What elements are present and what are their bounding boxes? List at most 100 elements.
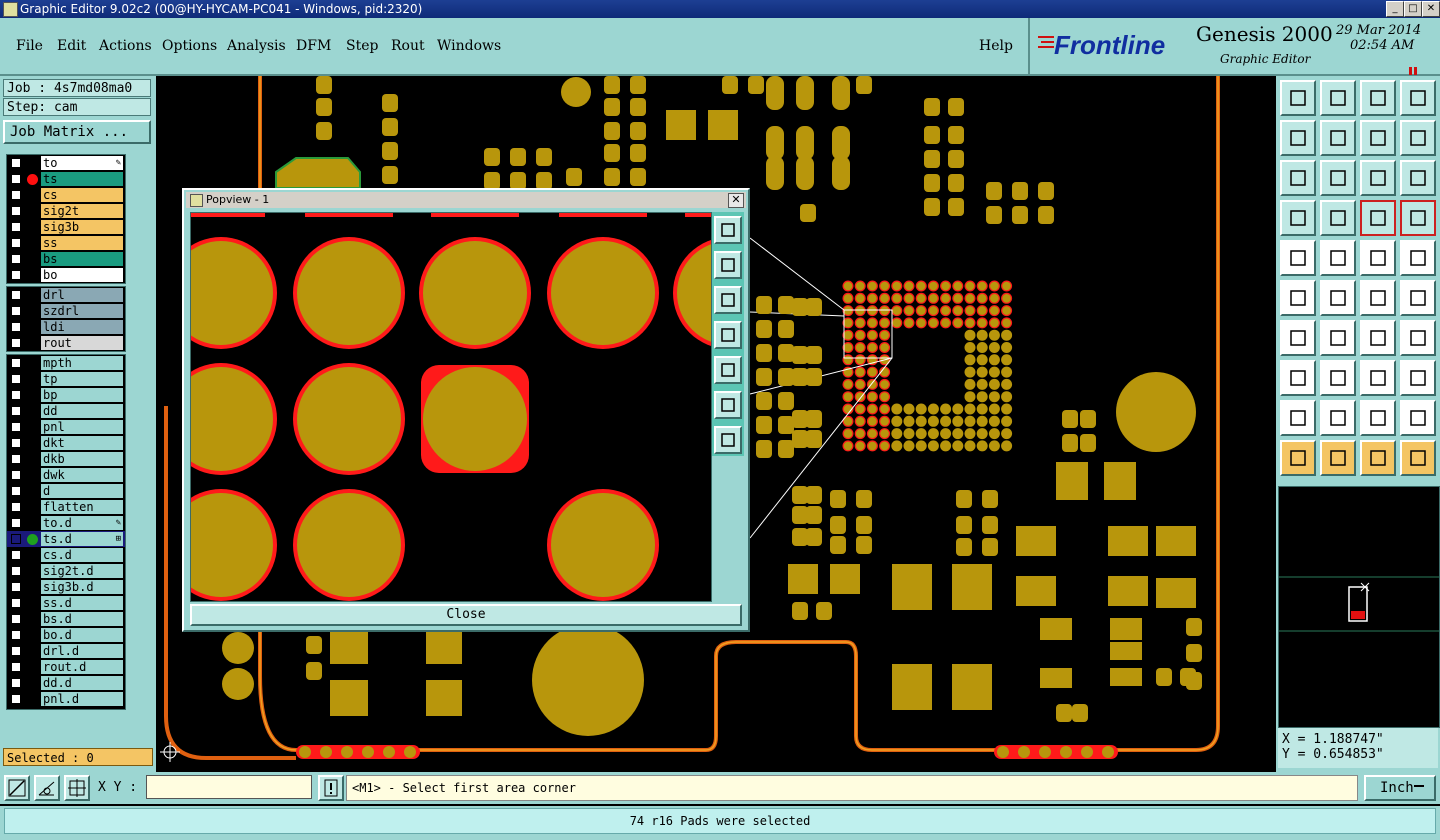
layer-name[interactable]: sig2t.d [41, 564, 123, 578]
circle-icon[interactable] [1400, 240, 1436, 276]
layer-row-rout.d[interactable]: rout.d [7, 659, 125, 675]
layer-checkbox[interactable] [11, 502, 21, 512]
menu-dfm[interactable]: DFM [296, 38, 331, 54]
resize-icon[interactable] [1360, 360, 1396, 396]
zoom-ratio-icon[interactable] [1360, 160, 1396, 196]
layer-checkbox[interactable] [11, 438, 21, 448]
layer-name[interactable]: sig3b [41, 220, 123, 234]
layer-name[interactable]: bs.d [41, 612, 123, 626]
layer-name[interactable]: rout [41, 336, 123, 350]
layer-name[interactable]: bo.d [41, 628, 123, 642]
layer-row-dkb[interactable]: dkb [7, 451, 125, 467]
alert-icon[interactable] [318, 775, 344, 801]
layer-row-drl[interactable]: drl [7, 287, 125, 303]
layer-row-cs[interactable]: cs [7, 187, 125, 203]
layer-checkbox[interactable] [11, 422, 21, 432]
layer-row-ldi[interactable]: ldi [7, 319, 125, 335]
layer-checkbox[interactable] [11, 550, 21, 560]
zoom-home-icon[interactable] [1280, 80, 1316, 116]
layer-checkbox[interactable] [11, 470, 21, 480]
layer-checkbox[interactable] [11, 322, 21, 332]
layer-display-icon[interactable] [1360, 200, 1396, 236]
layer-row-dkt[interactable]: dkt [7, 435, 125, 451]
layer-name[interactable]: dwk [41, 468, 123, 482]
split-view-icon[interactable] [1400, 80, 1436, 116]
units-dropdown[interactable]: Inch [1364, 775, 1436, 801]
layer-row-sig3b[interactable]: sig3b [7, 219, 125, 235]
measure-tool-icon[interactable] [1280, 200, 1316, 236]
layer-name[interactable]: bp [41, 388, 123, 402]
zoom-prev-icon[interactable] [1280, 120, 1316, 156]
layer-checkbox[interactable] [11, 222, 21, 232]
menu-windows[interactable]: Windows [437, 38, 501, 54]
window-title-bar[interactable]: Graphic Editor 9.02c2 (00@HY-HYCAM-PC041… [0, 0, 1440, 18]
snap-mode-icon[interactable] [4, 775, 30, 801]
layer-name[interactable]: szdrl [41, 304, 123, 318]
layer-name[interactable]: ldi [41, 320, 123, 334]
layer-checkbox[interactable] [11, 454, 21, 464]
pv-zoom-up-icon[interactable] [714, 251, 742, 279]
help-icon[interactable] [1400, 160, 1436, 196]
layer-name[interactable]: rout.d [41, 660, 123, 674]
layer-checkbox[interactable] [11, 206, 21, 216]
layer-name[interactable]: pnl [41, 420, 123, 434]
layer-row-drl.d[interactable]: drl.d [7, 643, 125, 659]
minimize-icon[interactable]: _ [1386, 1, 1404, 17]
layer-name[interactable]: dkt [41, 436, 123, 450]
pad-move-icon[interactable] [1280, 360, 1316, 396]
layer-row-ss.d[interactable]: ss.d [7, 595, 125, 611]
job-matrix-button[interactable]: Job Matrix ... [3, 120, 151, 144]
layer-checkbox[interactable] [11, 158, 21, 168]
layer-name[interactable]: ss.d [41, 596, 123, 610]
pv-fit-icon[interactable] [714, 391, 742, 419]
layer-row-bp[interactable]: bp [7, 387, 125, 403]
menu-actions[interactable]: Actions [99, 38, 152, 54]
add-line-icon[interactable] [1320, 240, 1356, 276]
layer-checkbox[interactable] [11, 646, 21, 656]
layer-row-bs.d[interactable]: bs.d [7, 611, 125, 627]
layer-checkbox[interactable] [11, 374, 21, 384]
layer-name[interactable]: cs [41, 188, 123, 202]
layer-checkbox[interactable] [11, 190, 21, 200]
layer-checkbox[interactable] [11, 338, 21, 348]
slash-icon[interactable] [1320, 320, 1356, 356]
maximize-icon[interactable]: □ [1404, 1, 1422, 17]
pause-icon[interactable] [1408, 60, 1418, 75]
select-box-icon[interactable] [1320, 440, 1356, 476]
layer-checkbox[interactable] [11, 582, 21, 592]
node-icon[interactable] [1400, 280, 1436, 316]
layer-checkbox[interactable] [11, 238, 21, 248]
zoom-area-icon[interactable] [1280, 160, 1316, 196]
layer-row-sig3b.d[interactable]: sig3b.d [7, 579, 125, 595]
layer-checkbox[interactable] [11, 614, 21, 624]
grid-snap-icon[interactable] [64, 775, 90, 801]
layer-row-sig2t.d[interactable]: sig2t.d [7, 563, 125, 579]
layer-checkbox[interactable] [11, 518, 21, 528]
layer-row-sig2t[interactable]: sig2t [7, 203, 125, 219]
layer-name[interactable]: bo [41, 268, 123, 282]
layer-checkbox[interactable] [11, 598, 21, 608]
layer-checkbox[interactable] [11, 358, 21, 368]
cross-icon[interactable] [1320, 280, 1356, 316]
layer-name[interactable]: cs.d [41, 548, 123, 562]
arc-icon[interactable] [1360, 280, 1396, 316]
layer-row-d[interactable]: d [7, 483, 125, 499]
triangle-icon[interactable] [1280, 400, 1316, 436]
feature-icon[interactable] [1400, 320, 1436, 356]
layer-row-dd.d[interactable]: dd.d [7, 675, 125, 691]
layer-name[interactable]: drl.d [41, 644, 123, 658]
layer-row-szdrl[interactable]: szdrl [7, 303, 125, 319]
grid-icon[interactable] [1320, 200, 1356, 236]
menu-rout[interactable]: Rout [391, 38, 425, 54]
layer-checkbox[interactable] [11, 678, 21, 688]
layer-name[interactable]: flatten [41, 500, 123, 514]
select-pointer-icon[interactable] [1360, 440, 1396, 476]
route-icon[interactable] [1400, 440, 1436, 476]
layer-name[interactable]: sig3b.d [41, 580, 123, 594]
layer-name[interactable]: mpth [41, 356, 123, 370]
overview-map[interactable] [1278, 486, 1440, 728]
menu-help[interactable]: Help [979, 38, 1013, 54]
layer-row-flatten[interactable]: flatten [7, 499, 125, 515]
pointer-icon[interactable] [1280, 440, 1316, 476]
layer-toggle-icon[interactable] [1400, 200, 1436, 236]
